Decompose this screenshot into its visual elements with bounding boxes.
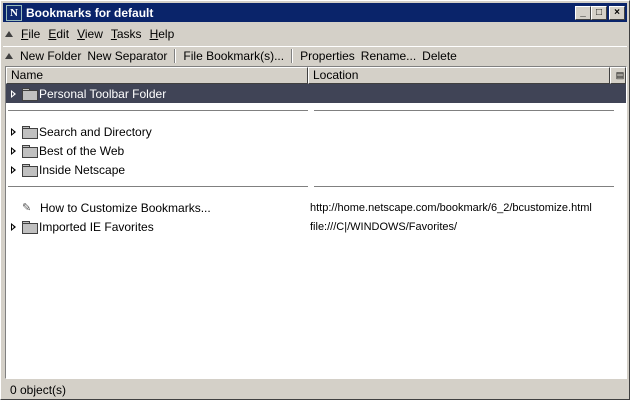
- tree-row-personal-toolbar[interactable]: Personal Toolbar Folder: [6, 84, 626, 103]
- expand-twisty-icon[interactable]: [10, 165, 18, 175]
- file-bookmark-button[interactable]: File Bookmark(s)...: [180, 49, 287, 63]
- row-name: Imported IE Favorites: [39, 219, 154, 234]
- tree-row-customize-bookmarks[interactable]: ✎ How to Customize Bookmarks... http://h…: [6, 198, 626, 217]
- folder-icon: [22, 145, 38, 158]
- folder-icon: [22, 126, 38, 139]
- menu-help[interactable]: Help: [146, 27, 179, 41]
- menu-bar: File Edit View Tasks Help: [3, 24, 627, 44]
- column-picker-icon[interactable]: ▤: [610, 67, 626, 84]
- maximize-button[interactable]: □: [591, 5, 607, 20]
- toolbar: New Folder New Separator File Bookmark(s…: [3, 46, 627, 65]
- menu-tasks[interactable]: Tasks: [107, 27, 146, 41]
- row-name: Best of the Web: [39, 143, 125, 158]
- menubar-grip-icon[interactable]: [5, 28, 13, 40]
- new-separator-button[interactable]: New Separator: [84, 49, 170, 63]
- expand-twisty-icon[interactable]: [10, 89, 18, 99]
- title-bar[interactable]: N Bookmarks for default _ □ ×: [3, 3, 627, 22]
- column-header-name[interactable]: Name: [6, 67, 308, 84]
- row-location: http://home.netscape.com/bookmark/6_2/bc…: [310, 201, 592, 214]
- new-folder-button[interactable]: New Folder: [17, 49, 84, 63]
- menu-edit[interactable]: Edit: [44, 27, 73, 41]
- rename-button[interactable]: Rename...: [358, 49, 419, 63]
- tree-row-inside-netscape[interactable]: Inside Netscape: [6, 160, 626, 179]
- separator-row[interactable]: [6, 107, 626, 115]
- bookmark-icon: ✎: [22, 201, 32, 214]
- toolbar-grip-icon[interactable]: [5, 50, 13, 62]
- row-location: file:///C|/WINDOWS/Favorites/: [310, 220, 458, 233]
- folder-icon: [22, 88, 38, 101]
- row-name: How to Customize Bookmarks...: [40, 200, 211, 215]
- row-name: Inside Netscape: [39, 162, 126, 177]
- status-bar: 0 object(s): [3, 381, 627, 398]
- folder-icon: [22, 221, 38, 234]
- menu-view[interactable]: View: [73, 27, 107, 41]
- tree-row-ie-favorites[interactable]: Imported IE Favorites file:///C|/WINDOWS…: [6, 217, 626, 236]
- minimize-button[interactable]: _: [575, 5, 591, 20]
- tree-row-best-of-web[interactable]: Best of the Web: [6, 141, 626, 160]
- row-name: Search and Directory: [39, 124, 152, 139]
- toolbar-divider: [174, 49, 177, 63]
- column-header: Name Location ▤: [6, 67, 626, 84]
- expand-twisty-icon[interactable]: [10, 222, 18, 232]
- row-name: Personal Toolbar Folder: [39, 86, 167, 101]
- expand-twisty-icon[interactable]: [10, 146, 18, 156]
- toolbar-divider: [291, 49, 294, 63]
- status-text: 0 object(s): [10, 382, 67, 397]
- delete-button[interactable]: Delete: [419, 49, 460, 63]
- bookmarks-window: N Bookmarks for default _ □ × File Edit …: [0, 0, 630, 400]
- column-header-location[interactable]: Location: [308, 67, 610, 84]
- bookmarks-tree[interactable]: Name Location ▤ Personal Toolbar Folder …: [5, 66, 627, 379]
- menu-file[interactable]: File: [17, 27, 44, 41]
- close-button[interactable]: ×: [609, 5, 625, 20]
- tree-row-search-directory[interactable]: Search and Directory: [6, 122, 626, 141]
- window-title: Bookmarks for default: [26, 5, 154, 20]
- folder-icon: [22, 164, 38, 177]
- properties-button[interactable]: Properties: [297, 49, 358, 63]
- netscape-app-icon: N: [6, 4, 22, 21]
- separator-row[interactable]: [6, 183, 626, 191]
- expand-twisty-icon[interactable]: [10, 127, 18, 137]
